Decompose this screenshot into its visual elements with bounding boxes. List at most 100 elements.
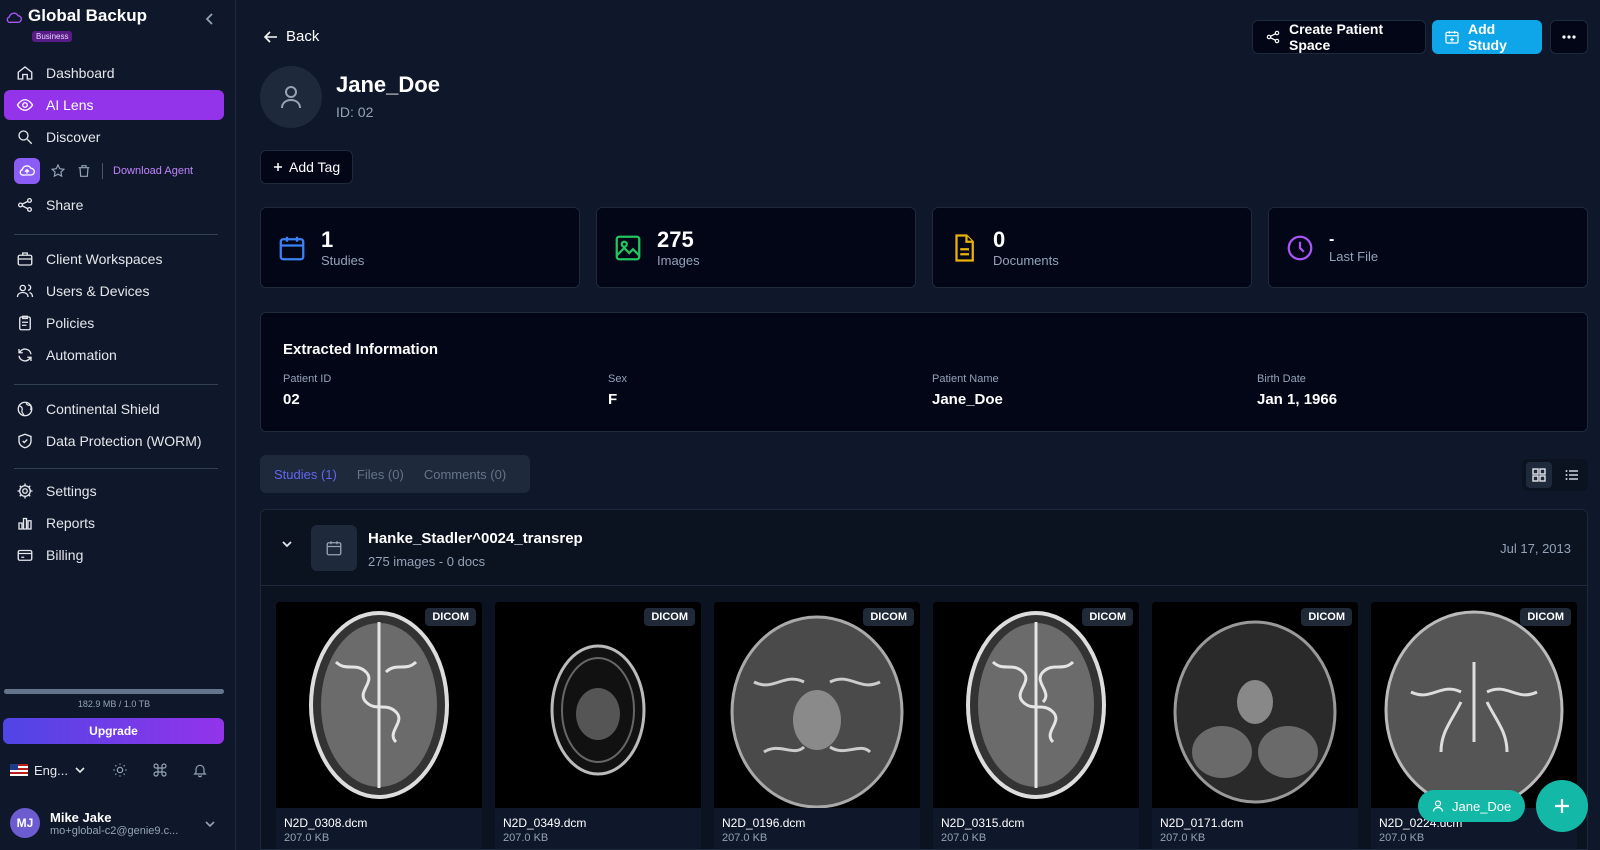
button-label: Add Study (1468, 21, 1507, 53)
language-select[interactable]: Eng... (10, 763, 100, 778)
create-patient-space-button[interactable]: Create Patient Space (1252, 20, 1426, 54)
extracted-information-card: Extracted Information Patient ID 02 Sex … (260, 312, 1588, 432)
brand[interactable]: Global Backup Business (6, 6, 147, 42)
image-grid: DICOM N2D_0308.dcm 207.0 KB DICOM N2D_03… (276, 602, 1577, 849)
trash-icon[interactable] (76, 163, 92, 179)
patient-id: ID: 02 (336, 104, 374, 120)
add-tag-button[interactable]: Add Tag (260, 150, 354, 184)
clock-icon (1285, 233, 1315, 263)
home-icon (16, 64, 34, 82)
storage-fill (4, 689, 224, 694)
file-size: 207.0 KB (1379, 832, 1425, 844)
user-profile[interactable]: MJ Mike Jake mo+global-c2@genie9.c... (10, 808, 178, 838)
image-thumbnail[interactable]: DICOM N2D_0196.dcm 207.0 KB (714, 602, 920, 849)
cloud-upload-icon[interactable] (14, 158, 40, 184)
add-study-button[interactable]: Add Study (1432, 20, 1542, 54)
field-patient-name: Patient Name Jane_Doe (932, 373, 1003, 408)
tab-comments[interactable]: Comments (0) (414, 467, 516, 482)
stat-card-images: 275 Images (596, 207, 916, 288)
upgrade-button[interactable]: Upgrade (3, 718, 224, 744)
thumbnail-meta: N2D_0171.dcm 207.0 KB (1152, 808, 1358, 849)
gear-icon (16, 482, 34, 500)
back-button[interactable]: Back (264, 28, 319, 45)
bar-chart-icon (16, 514, 34, 532)
sidebar-item-billing[interactable]: Billing (4, 540, 224, 570)
sidebar-item-label: AI Lens (46, 97, 94, 113)
field-value: F (608, 391, 618, 408)
more-options-button[interactable] (1550, 20, 1588, 54)
app-title: Global Backup (28, 6, 148, 25)
sidebar-item-label: Reports (46, 515, 96, 531)
star-icon[interactable] (50, 163, 66, 179)
user-icon (279, 84, 303, 110)
divider (102, 163, 103, 179)
button-label: Add Tag (289, 159, 341, 175)
user-name: Mike Jake (50, 809, 112, 825)
field-label: Sex (608, 373, 627, 385)
tab-studies[interactable]: Studies (1) (264, 467, 347, 482)
sidebar-item-automation[interactable]: Automation (4, 340, 224, 370)
file-name: N2D_0315.dcm (941, 816, 1025, 830)
more-horizontal-icon (1562, 35, 1576, 39)
grid-view-icon[interactable] (1525, 462, 1552, 488)
bell-icon[interactable] (180, 762, 220, 778)
clipboard-icon (16, 314, 34, 332)
floating-add-button[interactable] (1536, 780, 1588, 832)
image-thumbnail[interactable]: DICOM N2D_0171.dcm 207.0 KB (1152, 602, 1358, 849)
collapse-sidebar-icon[interactable] (204, 12, 214, 26)
command-icon[interactable] (140, 762, 180, 778)
file-name: N2D_0171.dcm (1160, 816, 1244, 830)
sidebar-item-share[interactable]: Share (4, 190, 224, 220)
sidebar-item-policies[interactable]: Policies (4, 308, 224, 338)
sun-icon[interactable] (100, 762, 140, 778)
sidebar-item-client-workspaces[interactable]: Client Workspaces (4, 244, 224, 274)
mri-scan-image (276, 602, 482, 808)
chevron-down-icon (74, 766, 86, 774)
sidebar-item-users-devices[interactable]: Users & Devices (4, 276, 224, 306)
chevron-down-icon[interactable] (281, 540, 293, 548)
divider (14, 384, 218, 385)
patient-chip[interactable]: Jane_Doe (1418, 790, 1526, 822)
dicom-badge: DICOM (863, 608, 914, 626)
file-name: N2D_0308.dcm (284, 816, 368, 830)
footer-tools: Eng... (10, 762, 220, 778)
field-value: Jan 1, 1966 (1257, 391, 1338, 408)
chevron-down-icon[interactable] (204, 820, 216, 828)
sidebar-item-discover[interactable]: Discover (4, 122, 224, 152)
briefcase-icon (16, 250, 34, 268)
mri-scan-image (1371, 602, 1577, 808)
stat-label: Last File (1329, 249, 1379, 264)
image-thumbnail[interactable]: DICOM N2D_0315.dcm 207.0 KB (933, 602, 1139, 849)
field-patient-id: Patient ID 02 (283, 373, 331, 408)
sidebar-item-label: Settings (46, 483, 97, 499)
image-thumbnail[interactable]: DICOM N2D_0349.dcm 207.0 KB (495, 602, 701, 849)
cloud-icon (6, 10, 22, 24)
sidebar-item-label: Share (46, 197, 84, 213)
study-header[interactable]: Hanke_Stadler^0024_transrep 275 images -… (261, 510, 1587, 586)
sidebar-item-label: Automation (46, 347, 117, 363)
sidebar-item-continental-shield[interactable]: Continental Shield (4, 394, 224, 424)
download-agent-link[interactable]: Download Agent (113, 165, 193, 177)
sidebar-item-data-protection[interactable]: Data Protection (WORM) (4, 426, 224, 456)
sidebar-item-ai-lens[interactable]: AI Lens (4, 90, 224, 120)
thumbnail-meta: N2D_0308.dcm 207.0 KB (276, 808, 482, 849)
stat-label: Documents (993, 253, 1059, 268)
file-size: 207.0 KB (941, 832, 987, 844)
storage-progress-bar (4, 689, 224, 694)
dicom-badge: DICOM (425, 608, 476, 626)
sidebar-item-settings[interactable]: Settings (4, 476, 224, 506)
sidebar-item-label: Users & Devices (46, 283, 150, 299)
stat-value: - (1329, 231, 1335, 248)
list-view-icon[interactable] (1559, 462, 1585, 488)
mri-scan-image (495, 602, 701, 808)
stat-card-documents: 0 Documents (932, 207, 1252, 288)
dicom-badge: DICOM (1520, 608, 1571, 626)
image-thumbnail[interactable]: DICOM N2D_0308.dcm 207.0 KB (276, 602, 482, 849)
sidebar-item-dashboard[interactable]: Dashboard (4, 58, 224, 88)
field-birth-date: Birth Date Jan 1, 1966 (1257, 373, 1337, 408)
mri-scan-image (933, 602, 1139, 808)
share-icon (16, 196, 34, 214)
tab-files[interactable]: Files (0) (347, 467, 414, 482)
dicom-badge: DICOM (1301, 608, 1352, 626)
sidebar-item-reports[interactable]: Reports (4, 508, 224, 538)
